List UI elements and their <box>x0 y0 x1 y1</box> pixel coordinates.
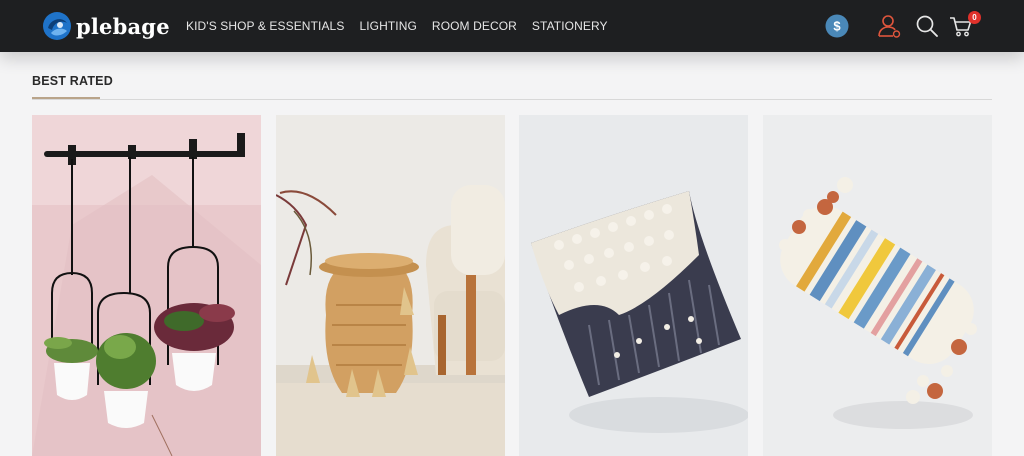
search-icon[interactable] <box>915 14 939 38</box>
product-card-woven-basket[interactable] <box>276 115 505 456</box>
top-navigation-bar: plebage KID'S SHOP & ESSENTIALS LIGHTING… <box>0 0 1024 52</box>
hanging-planters-image <box>32 115 261 456</box>
user-icon[interactable] <box>877 14 901 38</box>
product-card-hanging-planters[interactable] <box>32 115 261 456</box>
textured-square-pillow-image <box>519 115 748 456</box>
striped-tassel-lumbar-pillow-image <box>763 115 992 456</box>
woven-basket-image <box>276 115 505 456</box>
section-title: BEST RATED <box>32 74 113 88</box>
currency-symbol: $ <box>833 19 841 34</box>
header-actions: $ 0 <box>0 0 1024 52</box>
product-card-striped-pillow[interactable] <box>763 115 992 456</box>
product-card-textured-pillow[interactable] <box>519 115 748 456</box>
section-divider <box>32 99 992 100</box>
cart-count-badge: 0 <box>968 11 981 24</box>
currency-dollar-icon[interactable]: $ <box>825 14 849 38</box>
